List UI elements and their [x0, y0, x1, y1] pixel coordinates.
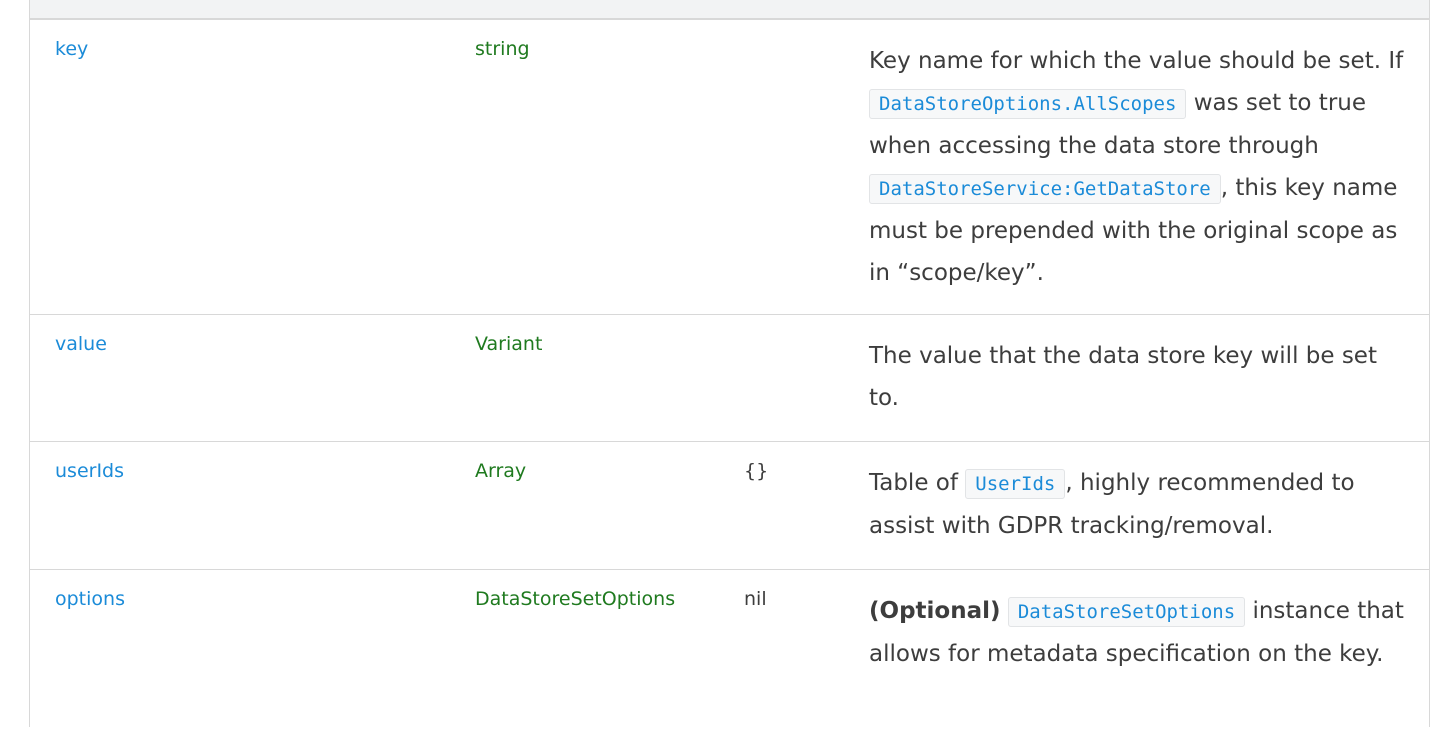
parameters-table: key string Key name for which the value …: [29, 0, 1430, 727]
table-row-userids: userIds Array {} Table of UserIds, highl…: [30, 442, 1429, 570]
code-link[interactable]: UserIds: [965, 469, 1066, 499]
param-type-link[interactable]: Variant: [475, 333, 542, 355]
table-header: [30, 0, 1429, 20]
param-description: (Optional) DataStoreSetOptions instance …: [869, 590, 1414, 675]
param-name-link[interactable]: value: [55, 333, 107, 355]
table-row-options: options DataStoreSetOptions nil (Optiona…: [30, 570, 1429, 730]
table-row-value: value Variant The value that the data st…: [30, 315, 1429, 442]
param-description: The value that the data store key will b…: [869, 335, 1414, 419]
param-name-link[interactable]: userIds: [55, 460, 124, 482]
param-type-link[interactable]: string: [475, 38, 530, 60]
desc-text: Key name for which the value should be s…: [869, 48, 1404, 74]
code-link[interactable]: DataStoreOptions.AllScopes: [869, 89, 1187, 119]
desc-text: The value that the data store key will b…: [869, 343, 1377, 411]
param-type-link[interactable]: DataStoreSetOptions: [475, 588, 675, 610]
code-link[interactable]: DataStoreSetOptions: [1007, 597, 1246, 627]
param-name-link[interactable]: options: [55, 588, 125, 610]
param-name-link[interactable]: key: [55, 38, 88, 60]
param-description: Key name for which the value should be s…: [869, 40, 1414, 294]
desc-text: Table of: [869, 470, 966, 496]
param-default: nil: [744, 588, 767, 610]
code-link[interactable]: DataStoreService:GetDataStore: [869, 174, 1221, 204]
table-row-key: key string Key name for which the value …: [30, 20, 1429, 315]
optional-label: (Optional): [869, 598, 1001, 624]
param-type-link[interactable]: Array: [475, 460, 526, 482]
param-default: {}: [744, 460, 769, 482]
param-description: Table of UserIds, highly recommended to …: [869, 462, 1414, 547]
desc-text: [1001, 598, 1008, 624]
